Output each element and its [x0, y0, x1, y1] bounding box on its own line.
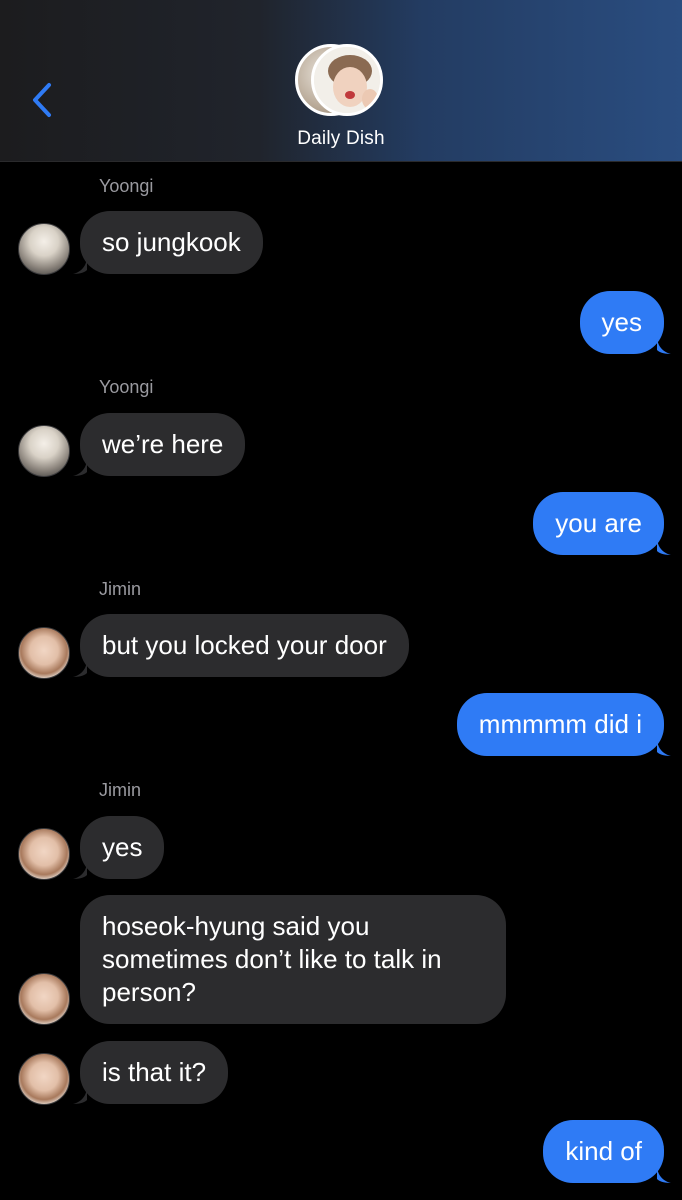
message-text: hoseok-hyung said you sometimes don’t li… [102, 911, 442, 1007]
chat-screen: Daily Dish Yoongi so jungkook yes Yoongi… [0, 0, 682, 1200]
message-bubble-incoming[interactable]: so jungkook [73, 211, 263, 274]
message-text: is that it? [102, 1057, 207, 1087]
sender-name: Jimin [99, 579, 142, 599]
message-bubble-outgoing[interactable]: mmmmm did i [456, 693, 671, 756]
message-bubble-incoming[interactable]: but you locked your door [73, 614, 409, 677]
message-text: so jungkook [102, 227, 241, 257]
message-text: you are [555, 508, 642, 538]
message-bubble-incoming[interactable]: we’re here [73, 413, 246, 476]
sender-name: Yoongi [99, 377, 154, 397]
message-text: kind of [565, 1136, 642, 1166]
group-name[interactable]: Daily Dish [0, 128, 682, 150]
message-text: yes [102, 832, 143, 862]
message-bubble-incoming[interactable]: hoseok-hyung said you sometimes don’t li… [80, 895, 506, 1024]
sender-name: Jimin [99, 780, 142, 800]
group-avatar[interactable] [293, 42, 389, 118]
avatar-jimin[interactable] [18, 627, 70, 679]
message-bubble-incoming[interactable]: is that it? [73, 1041, 229, 1104]
message-text: we’re here [102, 429, 224, 459]
message-bubble-outgoing[interactable]: you are [533, 492, 671, 555]
message-text: yes [601, 307, 642, 337]
message-bubble-incoming[interactable]: yes [73, 816, 165, 879]
message-text: but you locked your door [102, 630, 387, 660]
sender-name: Yoongi [99, 176, 154, 196]
group-avatar-front [311, 44, 383, 116]
avatar-jimin[interactable] [18, 828, 70, 880]
chat-header: Daily Dish [0, 0, 682, 162]
back-button[interactable] [22, 76, 62, 124]
chevron-left-icon [33, 83, 51, 117]
message-bubble-outgoing[interactable]: yes [579, 291, 671, 354]
message-bubble-outgoing[interactable]: kind of [543, 1120, 671, 1183]
message-text: mmmmm did i [478, 709, 642, 739]
avatar-jimin[interactable] [18, 973, 70, 1025]
avatar-yoongi[interactable] [18, 425, 70, 477]
avatar-jimin[interactable] [18, 1053, 70, 1105]
avatar-yoongi[interactable] [18, 223, 70, 275]
